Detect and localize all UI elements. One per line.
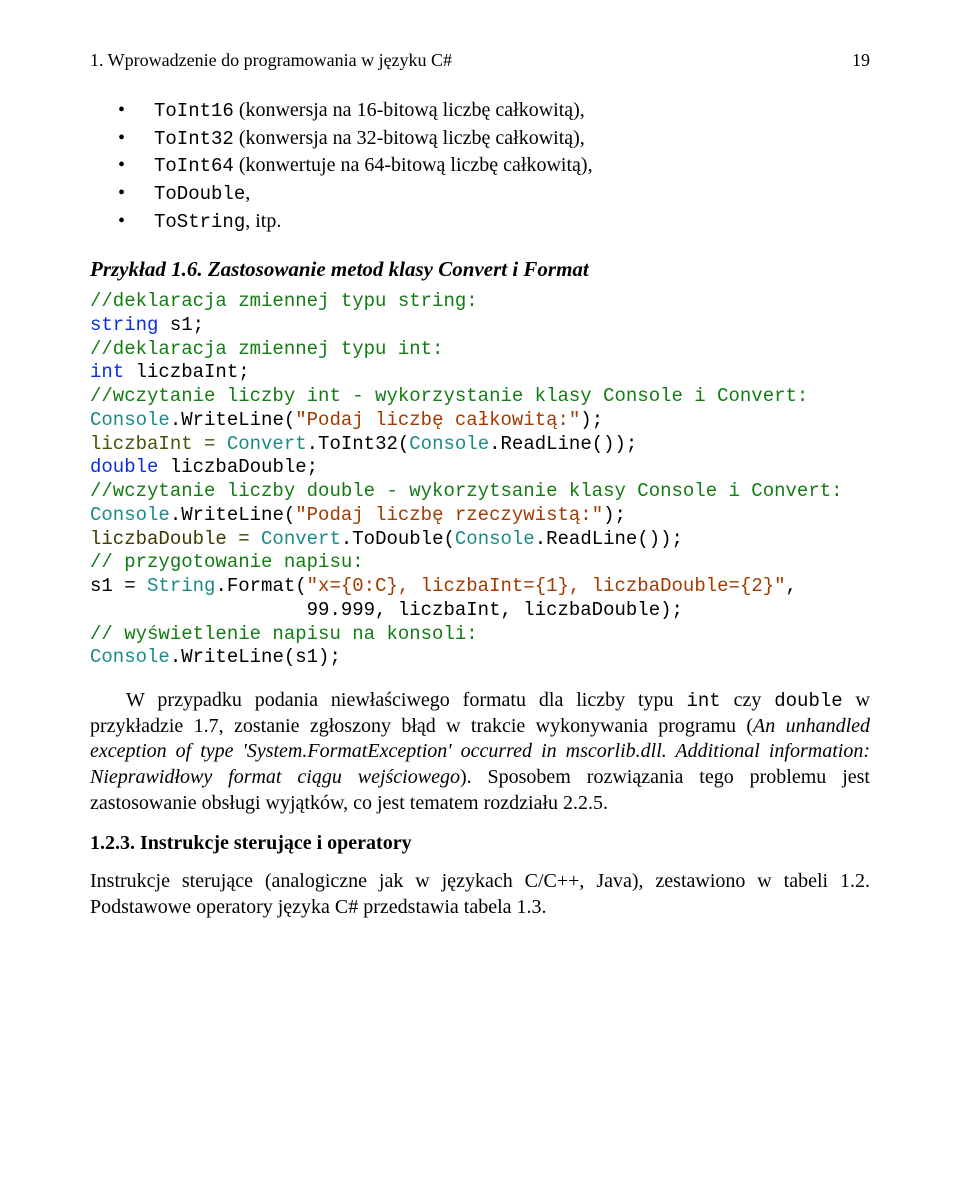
- list-item: ToInt32 (konwersja na 32-bitową liczbę c…: [136, 125, 870, 153]
- para-text: W przypadku podania niewłaściwego format…: [126, 689, 686, 711]
- code-class: Convert: [227, 433, 307, 455]
- header-page-number: 19: [852, 50, 870, 71]
- code-comment: //wczytanie liczby double - wykorzytsani…: [90, 480, 843, 502]
- code-text: );: [580, 409, 603, 431]
- list-text: (konwersja na 32-bitową liczbę całkowitą…: [234, 127, 585, 149]
- page: 1. Wprowadzenie do programowania w język…: [0, 0, 960, 986]
- code-text: .ReadLine());: [535, 528, 683, 550]
- code-text: .ToDouble(: [341, 528, 455, 550]
- list-item: ToInt64 (konwertuje na 64-bitową liczbę …: [136, 152, 870, 180]
- code-token: ToString: [154, 211, 245, 233]
- code-text: liczbaDouble =: [90, 528, 261, 550]
- list-text: (konwertuje na 64-bitową liczbę całkowit…: [234, 154, 593, 176]
- code-comment: // przygotowanie napisu:: [90, 551, 364, 573]
- code-text: liczbaInt =: [90, 433, 227, 455]
- inline-code: double: [774, 690, 842, 712]
- code-comment: //deklaracja zmiennej typu string:: [90, 290, 478, 312]
- code-class: Console: [90, 409, 170, 431]
- section-heading: 1.2.3. Instrukcje sterujące i operatory: [90, 832, 870, 855]
- code-class: Console: [409, 433, 489, 455]
- code-keyword: double: [90, 456, 158, 478]
- code-comment: //deklaracja zmiennej typu int:: [90, 338, 443, 360]
- code-text: .ToInt32(: [307, 433, 410, 455]
- code-comment: //wczytanie liczby int - wykorzystanie k…: [90, 385, 808, 407]
- code-class: String: [147, 575, 215, 597]
- code-text: );: [603, 504, 626, 526]
- body-paragraph: W przypadku podania niewłaściwego format…: [90, 688, 870, 816]
- code-text: .WriteLine(s1);: [170, 646, 341, 668]
- code-token: ToInt16: [154, 100, 234, 122]
- code-keyword: int: [90, 361, 124, 383]
- list-item: ToString, itp.: [136, 208, 870, 236]
- code-class: Console: [90, 646, 170, 668]
- code-block: //deklaracja zmiennej typu string: strin…: [90, 290, 870, 670]
- code-class: Console: [455, 528, 535, 550]
- header-title: 1. Wprowadzenie do programowania w język…: [90, 50, 452, 71]
- code-token: ToDouble: [154, 183, 245, 205]
- code-text: 99.999, liczbaInt, liczbaDouble);: [90, 599, 683, 621]
- code-string: "x={0:C}, liczbaInt={1}, liczbaDouble={2…: [307, 575, 786, 597]
- code-comment: // wyświetlenie napisu na konsoli:: [90, 623, 478, 645]
- running-header: 1. Wprowadzenie do programowania w język…: [90, 50, 870, 71]
- body-paragraph: Instrukcje sterujące (analogiczne jak w …: [90, 869, 870, 920]
- code-class: Convert: [261, 528, 341, 550]
- bullet-list: ToInt16 (konwersja na 16-bitową liczbę c…: [90, 97, 870, 235]
- list-text: , itp.: [245, 210, 281, 232]
- code-text: liczbaDouble;: [158, 456, 318, 478]
- code-token: ToInt64: [154, 155, 234, 177]
- code-keyword: string: [90, 314, 158, 336]
- list-text: (konwersja na 16-bitową liczbę całkowitą…: [234, 99, 585, 121]
- code-text: s1;: [158, 314, 204, 336]
- code-token: ToInt32: [154, 128, 234, 150]
- list-item: ToInt16 (konwersja na 16-bitową liczbę c…: [136, 97, 870, 125]
- inline-code: int: [686, 690, 720, 712]
- example-heading: Przykład 1.6. Zastosowanie metod klasy C…: [90, 257, 870, 282]
- list-text: ,: [245, 182, 250, 204]
- code-text: ,: [786, 575, 797, 597]
- code-text: .WriteLine(: [170, 504, 295, 526]
- list-item: ToDouble,: [136, 180, 870, 208]
- code-text: liczbaInt;: [124, 361, 249, 383]
- para-text: czy: [721, 689, 775, 711]
- code-text: s1 =: [90, 575, 147, 597]
- code-text: .Format(: [215, 575, 306, 597]
- code-text: .WriteLine(: [170, 409, 295, 431]
- code-class: Console: [90, 504, 170, 526]
- code-text: .ReadLine());: [489, 433, 637, 455]
- code-string: "Podaj liczbę całkowitą:": [295, 409, 580, 431]
- code-string: "Podaj liczbę rzeczywistą:": [295, 504, 603, 526]
